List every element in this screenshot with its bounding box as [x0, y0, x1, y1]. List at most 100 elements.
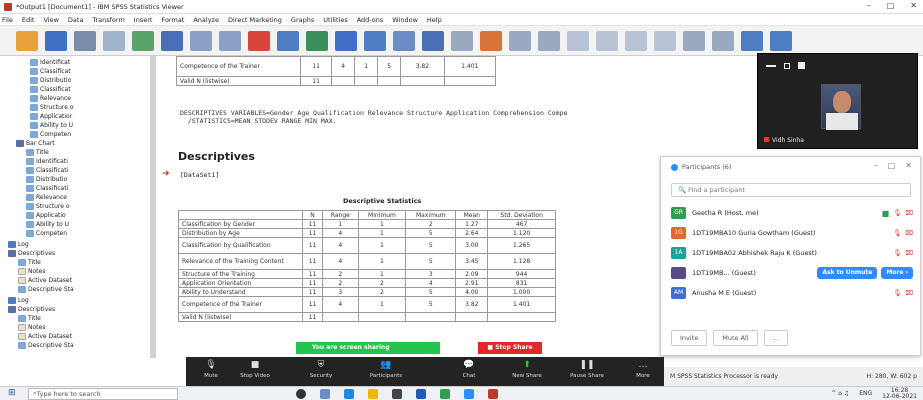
participants-button[interactable]: 👥 Participants — [361, 360, 411, 379]
outline-item[interactable]: Relevance — [26, 193, 67, 202]
select-cases-icon[interactable] — [393, 30, 415, 51]
outline-item[interactable]: Distributio — [30, 76, 71, 85]
data-table-icon[interactable] — [335, 30, 357, 51]
show-icon[interactable] — [683, 30, 705, 51]
outline-item[interactable]: Active Dataset — [18, 332, 72, 341]
video-thumbnail[interactable]: Vidh Sinha — [757, 53, 918, 149]
outline-item[interactable]: Log — [8, 296, 29, 305]
outline-item[interactable]: Applicatior — [30, 112, 72, 121]
participant-row[interactable]: 1DT19MB... (Guest) Ask to Unmute More › — [671, 264, 913, 282]
gallery-icon[interactable] — [798, 62, 805, 69]
save-icon[interactable] — [45, 30, 67, 51]
expand-icon[interactable] — [625, 30, 647, 51]
spss-taskbar-icon[interactable] — [488, 388, 498, 399]
hide-icon[interactable] — [712, 30, 734, 51]
menu-direct-marketing[interactable]: Direct Marketing — [228, 16, 282, 24]
security-button[interactable]: ⛨ Security — [296, 360, 346, 379]
ask-to-unmute-button[interactable]: Ask to Unmute — [817, 267, 878, 279]
descriptive-statistics-table[interactable]: N Range Minimum Maximum Mean Std. Deviat… — [178, 210, 556, 322]
outline-item[interactable]: Title — [18, 258, 41, 267]
maximize-icon[interactable]: □ — [887, 1, 895, 10]
stop-video-button[interactable]: ■ Stop Video — [230, 360, 280, 379]
mic-icon[interactable]: 🎙 — [893, 209, 901, 217]
outline-item[interactable]: Ability to U — [26, 220, 69, 229]
outline-item[interactable]: Descriptive Sta — [18, 341, 74, 350]
recall-dialog-icon[interactable] — [161, 30, 183, 51]
task-view-icon[interactable] — [320, 388, 330, 399]
undo-icon[interactable] — [190, 30, 212, 51]
redo-icon[interactable] — [219, 30, 241, 51]
goto-case-icon[interactable] — [248, 30, 270, 51]
outline-item[interactable]: Structure o — [30, 103, 74, 112]
collapse-icon[interactable] — [654, 30, 676, 51]
outline-item[interactable]: Identificati — [26, 157, 68, 166]
file-explorer-icon[interactable] — [368, 388, 378, 399]
menu-data[interactable]: Data — [68, 16, 84, 24]
demote-icon[interactable] — [538, 30, 560, 51]
menu-addons[interactable]: Add-ons — [357, 16, 384, 24]
video-off-icon[interactable]: ⌧ — [906, 229, 914, 237]
insert-title-icon[interactable] — [770, 30, 792, 51]
menu-transform[interactable]: Transform — [92, 16, 124, 24]
menu-analyze[interactable]: Analyze — [193, 16, 219, 24]
participant-row[interactable]: 1A 1DT19MBA02 Abhishek Raju K (Guest) 🎙 … — [671, 244, 913, 262]
more-button[interactable]: More › — [881, 267, 913, 279]
edge-icon[interactable] — [344, 388, 354, 399]
outline-item[interactable]: Structure o — [26, 202, 70, 211]
muted-mic-icon[interactable]: 🎙 — [893, 249, 901, 257]
clock[interactable]: 16:28 12-06-2021 — [882, 387, 917, 400]
menu-help[interactable]: Help — [427, 16, 442, 24]
outline-item[interactable]: Classificat — [30, 85, 71, 94]
menu-window[interactable]: Window — [392, 16, 418, 24]
more-button[interactable]: … More — [618, 360, 668, 379]
cortana-icon[interactable] — [296, 388, 306, 399]
minimize-panel-icon[interactable]: – — [874, 161, 878, 170]
outline-item[interactable]: Bar Chart — [16, 139, 55, 148]
print-icon[interactable] — [74, 30, 96, 51]
outline-item[interactable]: Competen — [30, 130, 71, 139]
insert-heading-icon[interactable] — [741, 30, 763, 51]
outline-item[interactable]: Identificat — [30, 58, 70, 67]
outline-item[interactable]: Relevance — [30, 94, 71, 103]
minimize-icon[interactable]: – — [867, 1, 871, 10]
outline-item[interactable]: Descriptive Sta — [18, 285, 74, 294]
menu-graphs[interactable]: Graphs — [291, 16, 314, 24]
outline-item[interactable]: Notes — [18, 267, 45, 276]
menu-edit[interactable]: Edit — [22, 16, 35, 24]
outline-item[interactable]: Title — [18, 314, 41, 323]
minimize-video-icon[interactable] — [766, 64, 776, 67]
outline-item[interactable]: Competen — [26, 229, 67, 238]
new-share-button[interactable]: ⬆ New Share — [502, 360, 552, 379]
pause-share-button[interactable]: ❚❚ Pause Share — [562, 360, 612, 379]
maximize-panel-icon[interactable]: □ — [888, 161, 896, 170]
outline-item[interactable]: Log — [8, 240, 29, 249]
close-panel-icon[interactable]: ✕ — [905, 161, 912, 170]
restore-video-icon[interactable] — [784, 62, 790, 69]
promote-icon[interactable] — [509, 30, 531, 51]
video-off-icon[interactable]: ⌧ — [906, 249, 914, 257]
menu-view[interactable]: View — [43, 16, 58, 24]
outline-item[interactable]: Descriptives — [8, 305, 55, 314]
stop-share-button[interactable]: ■ Stop Share — [478, 342, 542, 354]
video-off-icon[interactable]: ⌧ — [906, 289, 914, 297]
outline-item[interactable]: Applicatio — [26, 211, 66, 220]
outline-item[interactable]: Classificati — [26, 184, 68, 193]
open-icon[interactable] — [16, 30, 38, 51]
menu-format[interactable]: Format — [161, 16, 184, 24]
menu-file[interactable]: File — [2, 16, 13, 24]
mute-button[interactable]: 🎙 Mute — [186, 360, 236, 379]
invite-button[interactable]: Invite — [671, 330, 708, 346]
outline-item[interactable]: Title — [26, 148, 49, 157]
chart-icon[interactable] — [364, 30, 386, 51]
export-icon[interactable] — [132, 30, 154, 51]
outline-item[interactable]: Classificati — [26, 166, 68, 175]
language-indicator[interactable]: ENG — [859, 390, 872, 397]
store-icon[interactable] — [392, 388, 402, 399]
forward-arrow-icon[interactable] — [596, 30, 618, 51]
taskbar-search-input[interactable]: ⌕ Type here to search — [28, 387, 178, 400]
chat-button[interactable]: 💬 Chat — [444, 360, 494, 379]
outline-item[interactable]: Active Dataset — [18, 276, 72, 285]
participant-row[interactable]: AM Anusha M E (Guest) 🎙 ⌧ — [671, 284, 913, 302]
more-options-button[interactable]: ... — [763, 330, 788, 346]
designate-window-icon[interactable] — [451, 30, 473, 51]
